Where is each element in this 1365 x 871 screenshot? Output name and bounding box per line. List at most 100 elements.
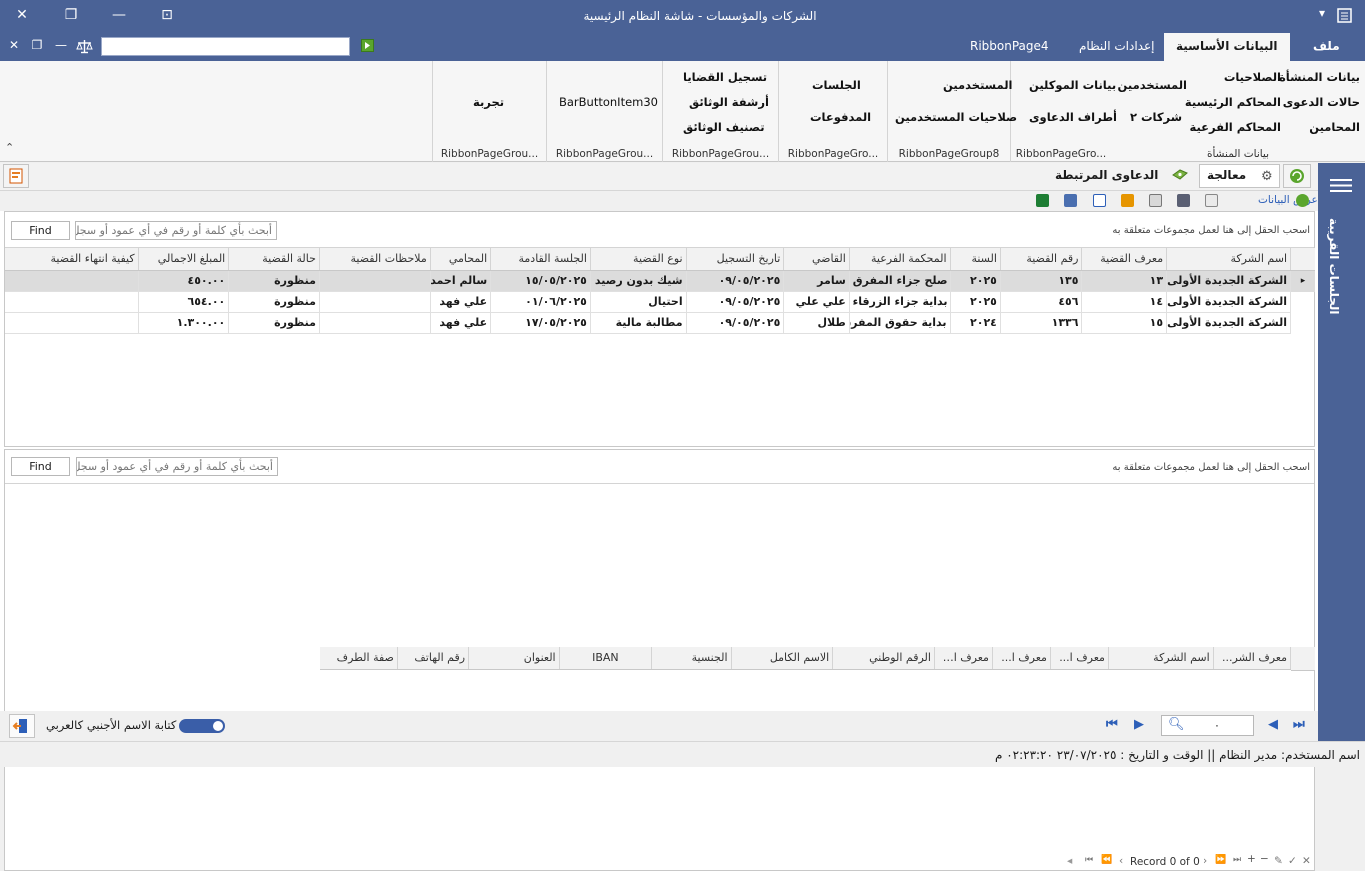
table-cell[interactable]	[5, 291, 139, 313]
table-cell[interactable]: ١٥	[1081, 312, 1168, 334]
table-cell[interactable]: ١٣٥	[1000, 270, 1083, 292]
table-cell[interactable]: مطالبة مالية	[590, 312, 687, 334]
table-row[interactable]: الشركة الجديدة الأولى ١٥ ١٣٣٦ ٢٠٢٤ بداية…	[5, 312, 1291, 334]
grid2-find-button[interactable]: Find	[11, 457, 70, 476]
table-cell[interactable]: ١٤	[1081, 291, 1168, 313]
column-header[interactable]: رقم الهاتف	[397, 647, 470, 670]
table-cell[interactable]: علي علي	[783, 291, 850, 313]
print-icon[interactable]	[1064, 194, 1077, 207]
go-search-icon[interactable]	[361, 39, 374, 52]
ribbon-item-users[interactable]: المستخدمين	[1118, 78, 1187, 92]
ribbon-item-payments[interactable]: المدفوعات	[810, 110, 871, 124]
ribbon-item-companies2[interactable]: شركات ٢	[1130, 110, 1182, 124]
column-header[interactable]: معرف ال...	[934, 647, 993, 670]
filter-icon[interactable]	[1149, 194, 1162, 207]
nav-last-icon[interactable]: ⏭	[1233, 855, 1241, 865]
nav-remove-icon[interactable]: −	[1260, 853, 1269, 865]
excel-icon[interactable]	[1036, 194, 1049, 207]
table-cell[interactable]	[319, 291, 431, 313]
table-cell[interactable]: ٢٠٢٥	[950, 270, 1001, 292]
table-cell[interactable]: ٠٩/٠٥/٢٠٢٥	[686, 291, 785, 313]
table-cell[interactable]: ٠٩/٠٥/٢٠٢٥	[686, 270, 785, 292]
nav-cancel-icon[interactable]: ✕	[1302, 855, 1311, 867]
nav-prev-page-icon[interactable]: ⏪	[1101, 855, 1112, 865]
foreign-name-toggle[interactable]	[179, 719, 225, 733]
nav-prev-icon[interactable]: ‹	[1119, 855, 1123, 867]
table-cell[interactable]: ١٣٣٦	[1000, 312, 1083, 334]
column-header[interactable]: صفة الطرف	[320, 647, 398, 670]
ribbon-item-users2[interactable]: المستخدمين	[943, 78, 1012, 92]
table-cell[interactable]: ١٣	[1081, 270, 1168, 292]
nav-add-icon[interactable]: +	[1247, 853, 1256, 865]
ribbon-item-facility-data[interactable]: بيانات المنشأة	[1279, 70, 1360, 84]
column-header[interactable]: السنة	[950, 248, 1001, 271]
record-search-input[interactable]: 🔍︎ ٠	[1161, 715, 1254, 736]
table-cell[interactable]: الشركة الجديدة الأولى	[1166, 312, 1291, 334]
table-cell[interactable]: ٤٥٠.٠٠	[138, 270, 230, 292]
table-row[interactable]: الشركة الجديدة الأولى ١٤ ٤٥٦ ٢٠٢٥ بداية …	[5, 291, 1291, 313]
column-header[interactable]: الرقم الوطني	[832, 647, 935, 670]
column-header[interactable]: معرف ا...	[1050, 647, 1109, 670]
column-header[interactable]: القاضي	[783, 248, 850, 271]
table-cell[interactable]	[319, 270, 431, 292]
table-cell[interactable]: ٠٩/٠٥/٢٠٢٥	[686, 312, 785, 334]
grid2-search-input[interactable]: أبحث بأي كلمة أو رقم في أي عمود أو سجل	[76, 457, 278, 476]
ribbon-item-permissions[interactable]: الصلاحيات	[1224, 70, 1281, 84]
ribbon-item-barbuttonitem30[interactable]: BarButtonItem30	[559, 95, 658, 109]
table-cell[interactable]: منظورة	[228, 291, 320, 313]
column-header[interactable]: المبلغ الاجمالي	[138, 248, 230, 271]
table-cell[interactable]: علي فهد	[430, 312, 492, 334]
ribbon-item-case-parties[interactable]: أطراف الدعاوى	[1029, 110, 1117, 124]
ribbon-item-classify-docs[interactable]: تصنيف الوثائق	[683, 120, 765, 134]
ribbon-item-register-cases[interactable]: تسجيل القضايا	[683, 70, 767, 84]
column-header[interactable]: ملاحظات القضية	[319, 248, 431, 271]
tab-file[interactable]: ملف	[1313, 33, 1340, 61]
table-row[interactable]: الشركة الجديدة الأولى ١٣ ١٣٥ ٢٠٢٥ صلح جز…	[5, 270, 1291, 292]
column-header[interactable]: العنوان	[468, 647, 560, 670]
column-header[interactable]: تاريخ التسجيل	[686, 248, 785, 271]
minimize-icon[interactable]: —	[109, 7, 129, 23]
column-header[interactable]: حالة القضية	[228, 248, 320, 271]
column-header[interactable]: معرف الشر...	[1213, 647, 1292, 670]
column-header[interactable]: الجنسية	[651, 647, 732, 670]
nav-next-icon[interactable]: ›	[1203, 855, 1207, 867]
mdi-close-icon[interactable]: ✕	[4, 38, 24, 52]
table-cell[interactable]: ٢٠٢٥	[950, 291, 1001, 313]
export-icon[interactable]	[3, 164, 29, 188]
table-cell[interactable]: ١٥/٠٥/٢٠٢٥	[490, 270, 591, 292]
refresh-icon[interactable]	[1283, 164, 1311, 188]
table-cell[interactable]: منظورة	[228, 312, 320, 334]
ribbon-item-main-courts[interactable]: المحاكم الرئيسية	[1185, 95, 1281, 109]
column-header[interactable]: معرف ا...	[992, 647, 1051, 670]
column-header[interactable]: الجلسة القادمة	[490, 248, 591, 271]
table-cell[interactable]: ٦٥٤.٠٠	[138, 291, 230, 313]
mdi-minimize-icon[interactable]: —	[51, 38, 71, 52]
table-cell[interactable]: احتيال	[590, 291, 687, 313]
nav-prev-record-icon[interactable]: ▶	[1134, 717, 1144, 732]
ribbon-item-clients-data[interactable]: بيانات الموكلين	[1029, 78, 1116, 92]
table-cell[interactable]: ١.٣٠٠.٠٠	[138, 312, 230, 334]
tab-ribbonpage4[interactable]: RibbonPage4	[970, 33, 1049, 61]
table-cell[interactable]: ١٧/٠٥/٢٠٢٥	[490, 312, 591, 334]
grid1-find-button[interactable]: Find	[11, 221, 70, 240]
chart-icon[interactable]	[1093, 194, 1106, 207]
nav-scroll-left-icon[interactable]: ◂	[1067, 855, 1072, 867]
tab-basic-data[interactable]: البيانات الأساسية	[1164, 33, 1290, 61]
tab-related-cases[interactable]: الدعاوى المرتبطة	[1050, 168, 1195, 186]
table-cell[interactable]: صلح جزاء المفرق	[849, 270, 951, 292]
app-menu-icon[interactable]	[1337, 8, 1352, 23]
column-header[interactable]: كيفية انتهاء القضية	[5, 248, 139, 271]
ribbon-item-archive-docs[interactable]: أرشفة الوثائق	[689, 95, 769, 109]
dock-icon[interactable]: ⊡	[157, 7, 177, 23]
table-cell[interactable]	[5, 312, 139, 334]
column-header[interactable]: المحامي	[430, 248, 492, 271]
table-cell[interactable]: الشركة الجديدة الأولى	[1166, 291, 1291, 313]
table-cell[interactable]: طلال	[783, 312, 850, 334]
ribbon-item-case-statuses[interactable]: حالات الدعوى	[1283, 95, 1360, 109]
table-cell[interactable]: ٠١/٠٦/٢٠٢٥	[490, 291, 591, 313]
column-header[interactable]: رقم القضية	[1000, 248, 1083, 271]
nav-confirm-icon[interactable]: ✓	[1288, 855, 1297, 867]
table-cell[interactable]: سالم احمد	[430, 270, 492, 292]
ribbon-item-test[interactable]: تجربة	[473, 95, 504, 109]
binoculars-icon[interactable]	[1177, 194, 1190, 207]
